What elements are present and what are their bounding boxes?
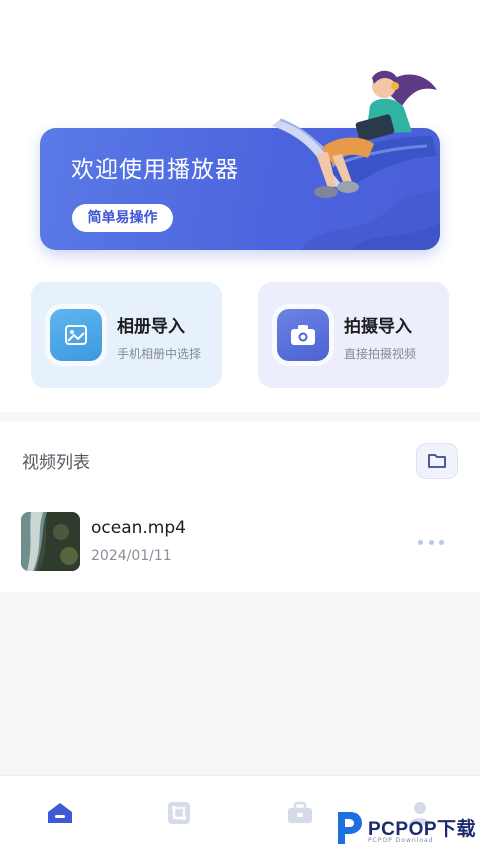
tab-home[interactable]: [45, 798, 75, 828]
toolbox-icon: [288, 801, 312, 823]
camera-import-subtitle: 直接拍摄视频: [344, 347, 417, 361]
camera-import-title: 拍摄导入: [344, 317, 412, 337]
video-date: 2024/01/11: [91, 548, 172, 564]
album-import-card[interactable]: 相册导入 手机相册中选择: [31, 282, 222, 388]
video-filename: ocean.mp4: [91, 518, 186, 538]
video-thumbnail: [21, 512, 80, 571]
crop-icon: [168, 802, 190, 824]
pcpop-logo-icon: [338, 812, 362, 844]
watermark-subtext: PCPOP Download: [368, 837, 434, 844]
tab-toolbox[interactable]: [285, 798, 315, 828]
header-area: 欢迎使用播放器 简单易操作 相册导入 手机相册中选择 拍摄导入 直接拍摄视频: [0, 0, 480, 412]
banner-title: 欢迎使用播放器: [71, 157, 239, 183]
video-list-section: 视频列表 ocean.mp4 2024/01/11: [0, 422, 480, 592]
album-import-subtitle: 手机相册中选择: [117, 347, 202, 361]
banner-button[interactable]: 简单易操作: [72, 204, 173, 232]
camera-import-card[interactable]: 拍摄导入 直接拍摄视频: [258, 282, 449, 388]
reading-girl-illustration: [272, 70, 437, 198]
video-list-title: 视频列表: [22, 453, 90, 473]
camera-icon: [277, 309, 329, 361]
more-options-icon[interactable]: [418, 532, 444, 552]
home-icon: [48, 803, 72, 823]
list-item[interactable]: ocean.mp4 2024/01/11: [0, 510, 480, 574]
watermark: PCPOP下载 PCPOP Download: [330, 806, 480, 853]
folder-icon: [428, 454, 446, 468]
folder-button[interactable]: [416, 443, 458, 479]
image-icon: [50, 309, 102, 361]
tab-crop[interactable]: [164, 798, 194, 828]
album-import-title: 相册导入: [117, 317, 185, 337]
